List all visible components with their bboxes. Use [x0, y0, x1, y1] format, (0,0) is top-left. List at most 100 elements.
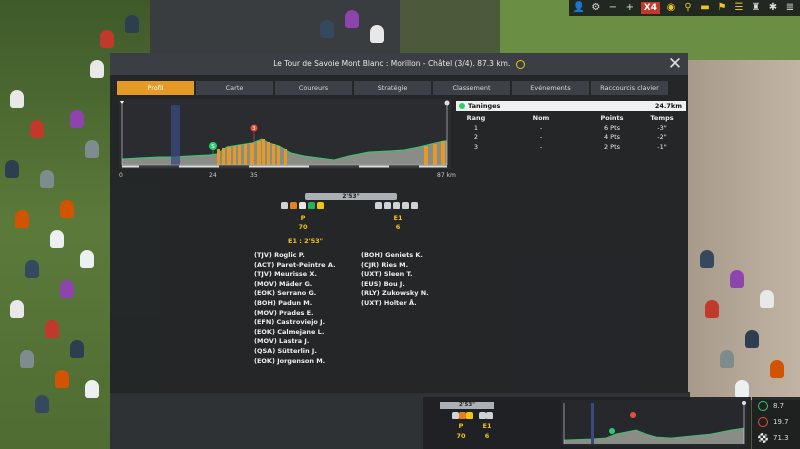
spectator: [10, 90, 24, 108]
km-label-24: 24: [209, 172, 217, 179]
spectator: [745, 330, 759, 348]
rider-name[interactable]: (CJR) Ries M.: [361, 261, 429, 271]
minimap-profile: [561, 400, 747, 446]
rider-name[interactable]: (RLY) Zukowsky N.: [361, 289, 429, 299]
rider-stats-panel: 8.7 19.7 71.3: [752, 397, 800, 449]
spectator: [45, 320, 59, 338]
plus-icon[interactable]: +: [624, 2, 636, 14]
trophy-icon[interactable]: ♜: [750, 2, 762, 14]
col-temps: Temps: [650, 114, 674, 122]
modal-title-bar: Le Tour de Savoie Mont Blanc : Morillon …: [110, 53, 688, 75]
flag-icon[interactable]: ⚑: [716, 2, 728, 14]
finish-marker-icon: [742, 401, 746, 405]
rider-name[interactable]: (EOK) Calmejane L.: [254, 328, 335, 338]
game-toolbar: 👤 ⚙ − + X4 ◉ ⚲ ▬ ⚑ ☰ ♜ ✱ ≣: [568, 0, 800, 16]
cell-temps: -2": [657, 133, 667, 141]
peloton-rider-list: (TJV) Roglic P. (ACT) Paret-Peintre A. (…: [254, 251, 335, 366]
col-points: Points: [600, 114, 624, 122]
spectator: [40, 170, 54, 188]
spectator: [735, 380, 749, 398]
cell-nom: -: [539, 123, 543, 132]
rider-name[interactable]: (QSA) Sütterlin J.: [254, 347, 335, 357]
spectator: [370, 25, 384, 43]
rider-name[interactable]: (EFN) Castroviejo J.: [254, 318, 335, 328]
col-nom: Nom: [532, 114, 550, 122]
rider-name[interactable]: (TJV) Roglic P.: [254, 251, 335, 261]
rider-name[interactable]: (MOV) Lastra J.: [254, 337, 335, 347]
rider-name[interactable]: (EOK) Jorgenson M.: [254, 357, 335, 367]
spectator: [100, 30, 114, 48]
jersey-icon: [384, 202, 391, 209]
tab-bar: Profil Carte Coureurs Stratégie Classeme…: [117, 81, 668, 95]
km-label-start: 0: [119, 172, 123, 179]
climb-dot-icon: [459, 103, 465, 109]
close-button[interactable]: ✕: [666, 55, 684, 73]
tab-profil[interactable]: Profil: [117, 81, 194, 95]
tab-evenements[interactable]: Evénements: [512, 81, 589, 95]
jersey-icon: [486, 412, 493, 419]
spectator: [345, 10, 359, 28]
tab-carte[interactable]: Carte: [196, 81, 273, 95]
stat-energy-value: 8.7: [773, 402, 785, 410]
table-row: 3 - 2 Pts -1": [456, 143, 686, 153]
jersey-icon: [479, 412, 486, 419]
cell-rang: 1: [473, 123, 479, 132]
stage-profile-chart[interactable]: S 3: [119, 99, 451, 169]
stat-energy: 8.7: [758, 401, 784, 411]
finish-marker-icon: [444, 100, 450, 106]
table-row: 1 - 6 Pts -3": [456, 124, 686, 134]
race-progress-marker: [171, 105, 180, 165]
spectator: [60, 280, 74, 298]
minimap-peloton-count: 70: [456, 432, 466, 440]
bike-icon[interactable]: ⚲: [682, 2, 694, 14]
speed-badge[interactable]: X4: [640, 2, 660, 14]
spectator: [50, 230, 64, 248]
breakaway-label: E1: [393, 214, 403, 222]
minimap-break-label: E1: [482, 422, 492, 430]
climb-points-table: Rang Nom Points Temps 1 - 6 Pts -3" 2 - …: [456, 114, 686, 152]
rider-name[interactable]: (MOV) Prades E.: [254, 309, 335, 319]
rider-name[interactable]: (TJV) Meurisse X.: [254, 270, 335, 280]
settings-icon[interactable]: ✱: [767, 2, 779, 14]
rider-name[interactable]: (EOK) Serrano G.: [254, 289, 335, 299]
spectator: [760, 290, 774, 308]
time-gap-bar: 2'53": [305, 193, 397, 200]
tab-raccourcis[interactable]: Raccourcis clavier: [591, 81, 668, 95]
rider-name[interactable]: (EUS) Bou J.: [361, 280, 429, 290]
breakaway-gap-label: E1 : 2'53": [288, 237, 324, 245]
rider-name[interactable]: (BOH) Padun M.: [254, 299, 335, 309]
tab-classement[interactable]: Classement: [433, 81, 510, 95]
menu-icon[interactable]: ☰: [733, 2, 745, 14]
rider-name[interactable]: (BOH) Geniets K.: [361, 251, 429, 261]
jersey-icon: [459, 412, 466, 419]
stage-title: Le Tour de Savoie Mont Blanc : Morillon …: [273, 59, 511, 68]
road-surface: [150, 0, 400, 60]
km-label-35: 35: [250, 172, 258, 179]
cell-temps: -3": [657, 123, 667, 132]
climb-category-label: 3: [252, 126, 255, 132]
eye-icon[interactable]: ◉: [665, 2, 677, 14]
minus-icon[interactable]: −: [607, 2, 619, 14]
list-icon[interactable]: ≣: [784, 2, 796, 14]
building-wall: [688, 60, 800, 400]
heart-icon: [758, 417, 768, 427]
spectator: [55, 370, 69, 388]
cell-temps: -1": [657, 142, 667, 151]
person-icon[interactable]: 👤: [573, 2, 585, 14]
rider-name[interactable]: (UXT) Holter Å.: [361, 299, 429, 309]
car-icon[interactable]: ▬: [699, 2, 711, 14]
jersey-icon: [290, 202, 297, 209]
spectator: [770, 360, 784, 378]
tab-coureurs[interactable]: Coureurs: [275, 81, 352, 95]
spectator: [10, 300, 24, 318]
rider-name[interactable]: (ACT) Paret-Peintre A.: [254, 261, 335, 271]
rider-name[interactable]: (UXT) Sleen T.: [361, 270, 429, 280]
distance-bar: [122, 165, 447, 168]
spectator: [70, 340, 84, 358]
energy-icon: [758, 401, 768, 411]
cell-points: 2 Pts: [603, 142, 621, 151]
rider-name[interactable]: (MOV) Mäder G.: [254, 280, 335, 290]
race-minimap[interactable]: 2'53" P 70 E1 6: [423, 397, 751, 449]
gear-icon[interactable]: ⚙: [590, 2, 602, 14]
tab-strategie[interactable]: Stratégie: [354, 81, 431, 95]
